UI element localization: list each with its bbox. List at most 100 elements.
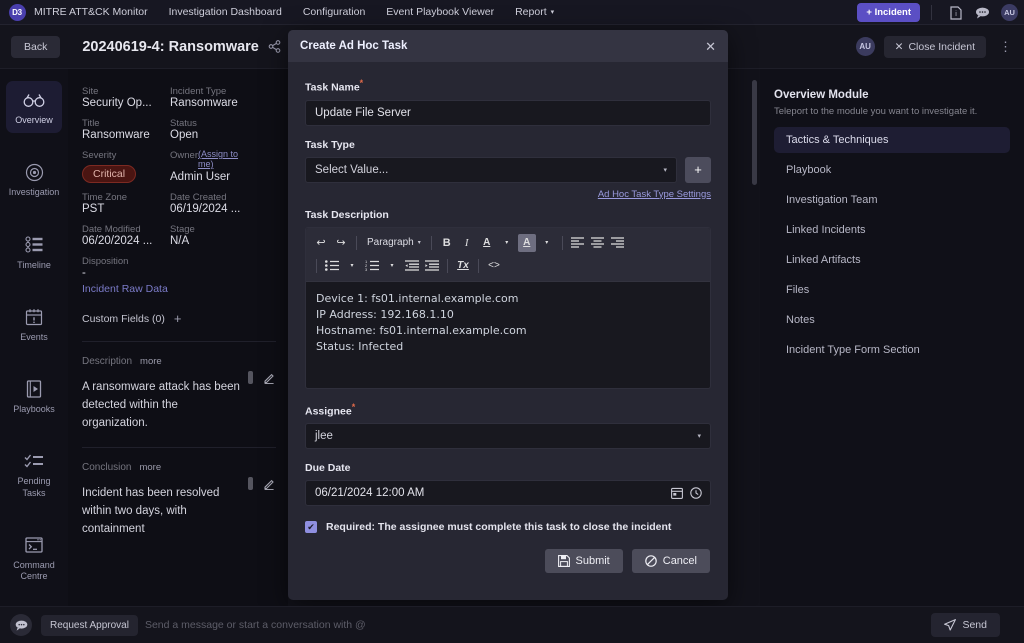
content-scrollbar-thumb[interactable] — [752, 80, 757, 185]
module-item-tactics-techniques[interactable]: Tactics & Techniques — [774, 127, 1010, 153]
resize-handle-icon[interactable] — [248, 371, 253, 384]
required-marker: * — [359, 78, 364, 88]
field-value: N/A — [170, 235, 190, 247]
clock-icon[interactable] — [690, 487, 702, 499]
sidebar-item-overview[interactable]: Overview — [6, 81, 62, 134]
module-item-linked-artifacts[interactable]: Linked Artifacts — [774, 247, 1010, 273]
field-time-zone: Time Zone PST — [82, 192, 160, 215]
description-more-link[interactable]: more — [140, 356, 162, 367]
module-item-notes[interactable]: Notes — [774, 307, 1010, 333]
nav-item-event-playbook-viewer[interactable]: Event Playbook Viewer — [386, 6, 494, 18]
field-label: Time Zone — [82, 192, 128, 203]
chat-bubble-icon[interactable] — [10, 614, 32, 636]
conclusion-more-link[interactable]: more — [139, 462, 161, 473]
new-incident-button[interactable]: + Incident — [857, 3, 920, 22]
ad-hoc-task-type-settings-link[interactable]: Ad Hoc Task Type Settings — [305, 189, 711, 200]
submit-button[interactable]: Submit — [544, 549, 623, 573]
description-header: Description more — [82, 356, 288, 367]
module-item-linked-incidents[interactable]: Linked Incidents — [774, 217, 1010, 243]
edit-pencil-icon[interactable] — [263, 477, 276, 491]
conclusion-header: Conclusion more — [82, 462, 288, 473]
code-view-icon[interactable]: <> — [485, 257, 503, 275]
assign-to-me-link[interactable]: (Assign to me) — [198, 149, 250, 170]
chevron-down-icon: ▾ — [697, 433, 701, 440]
add-custom-field-icon[interactable]: + — [174, 311, 182, 326]
indent-icon[interactable] — [423, 257, 441, 275]
cancel-button[interactable]: Cancel — [631, 549, 710, 573]
sidebar-item-investigation[interactable]: Investigation — [6, 153, 62, 205]
nav-item-report[interactable]: Report ▾ — [515, 6, 554, 18]
incident-raw-data-link[interactable]: Incident Raw Data — [82, 283, 168, 295]
chevron-down-icon[interactable]: ▾ — [383, 257, 401, 275]
font-color-icon[interactable]: A — [478, 234, 496, 252]
sidebar-item-command-centre[interactable]: Command Centre — [6, 526, 62, 590]
more-options-icon[interactable]: ⋮ — [995, 39, 1016, 55]
align-right-icon[interactable] — [609, 234, 627, 252]
sidebar-item-events[interactable]: Events — [6, 298, 62, 350]
assignee-select[interactable]: jlee ▾ — [305, 423, 711, 449]
sidebar-item-pending-tasks[interactable]: Pending Tasks — [6, 442, 62, 506]
task-name-input[interactable]: Update File Server — [305, 99, 711, 126]
chat-bubble-icon[interactable] — [969, 0, 995, 25]
back-button[interactable]: Back — [11, 35, 61, 58]
bold-icon[interactable]: B — [438, 234, 456, 252]
document-info-icon[interactable]: i — [943, 0, 969, 25]
module-item-incident-type-form-section[interactable]: Incident Type Form Section — [774, 337, 1010, 363]
add-task-type-button[interactable]: + — [685, 156, 711, 183]
module-item-files[interactable]: Files — [774, 277, 1010, 303]
module-item-playbook[interactable]: Playbook — [774, 157, 1010, 183]
redo-icon[interactable]: ↪ — [332, 234, 350, 252]
required-checkbox-row[interactable]: ✔ Required: The assignee must complete t… — [305, 521, 711, 533]
editor-toolbar: ↩ ↪ Paragraph ▾ B I A ▾ A ▾ ▾ 1 2 3 ▾ Tx… — [306, 227, 710, 282]
required-checkbox[interactable]: ✔ — [305, 521, 317, 533]
clear-formatting-icon[interactable]: Tx — [454, 257, 472, 275]
field-value: PST — [82, 203, 105, 215]
sidebar-item-timeline[interactable]: Timeline — [6, 226, 62, 278]
field-spacer — [170, 256, 288, 279]
resize-handle-icon[interactable] — [248, 477, 253, 491]
align-left-icon[interactable] — [569, 234, 587, 252]
field-site: Site Security Op... — [82, 86, 160, 109]
bullet-list-icon[interactable] — [323, 257, 341, 275]
due-date-input[interactable]: 06/21/2024 12:00 AM — [305, 480, 711, 506]
send-button[interactable]: Send — [931, 613, 1000, 637]
user-avatar[interactable]: AU — [1001, 4, 1018, 21]
close-incident-button[interactable]: ✕ Close Incident — [883, 35, 986, 58]
incident-owner-avatar[interactable]: AU — [855, 37, 875, 56]
undo-icon[interactable]: ↩ — [312, 234, 330, 252]
description-section: Description more A ransomware attack has… — [82, 356, 288, 432]
close-icon[interactable]: ✕ — [705, 40, 716, 53]
field-label: Stage — [170, 224, 195, 235]
italic-icon[interactable]: I — [458, 234, 476, 252]
svg-text:3: 3 — [365, 267, 368, 271]
top-nav-right-group: + Incident i AU — [857, 0, 1018, 25]
highlight-color-icon[interactable]: A — [517, 233, 536, 252]
field-value: Ransomware — [82, 129, 150, 141]
task-type-selected-value: Select Value... — [315, 163, 389, 176]
message-input[interactable]: Send a message or start a conversation w… — [145, 619, 932, 631]
field-disposition: Disposition - — [82, 256, 160, 279]
chevron-down-icon[interactable]: ▾ — [498, 234, 516, 252]
share-icon[interactable] — [268, 40, 281, 53]
edit-pencil-icon[interactable] — [263, 371, 276, 384]
field-severity: Severity Critical — [82, 150, 160, 183]
nav-item-mitre-attack-monitor[interactable]: MITRE ATT&CK Monitor — [34, 6, 148, 18]
nav-item-investigation-dashboard[interactable]: Investigation Dashboard — [169, 6, 282, 18]
calendar-icon[interactable] — [671, 487, 683, 499]
chevron-down-icon[interactable]: ▾ — [538, 234, 556, 252]
brand-badge-label: D3 — [8, 3, 26, 21]
overview-module-panel: Overview Module Teleport to the module y… — [760, 69, 1024, 606]
task-type-select[interactable]: Select Value... ▾ — [305, 156, 677, 183]
conclusion-body: Incident has been resolved within two da… — [82, 477, 288, 538]
request-approval-button[interactable]: Request Approval — [41, 614, 138, 636]
sidebar-item-playbooks[interactable]: Playbooks — [6, 370, 62, 422]
task-description-textarea[interactable]: Device 1: fs01.internal.example.com IP A… — [306, 282, 710, 388]
brand-logo[interactable]: D3 — [0, 3, 34, 21]
chevron-down-icon[interactable]: ▾ — [343, 257, 361, 275]
nav-item-configuration[interactable]: Configuration — [303, 6, 365, 18]
align-center-icon[interactable] — [589, 234, 607, 252]
numbered-list-icon[interactable]: 123 — [363, 257, 381, 275]
paragraph-style-dropdown[interactable]: Paragraph ▾ — [363, 237, 425, 248]
module-item-investigation-team[interactable]: Investigation Team — [774, 187, 1010, 213]
outdent-icon[interactable] — [403, 257, 421, 275]
